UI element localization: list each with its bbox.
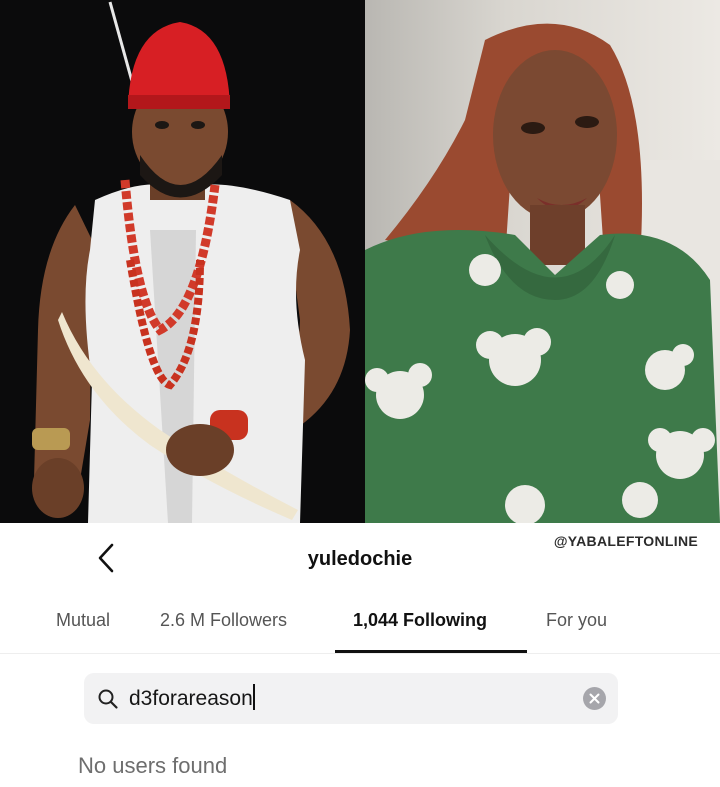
watermark: @YABALEFTONLINE [553, 533, 698, 549]
photo-collage [0, 0, 720, 523]
tabs-divider [0, 653, 720, 654]
text-cursor [252, 684, 255, 710]
clear-search-button[interactable] [583, 687, 606, 710]
clear-icon [589, 693, 600, 704]
search-bar[interactable]: d3forareason [84, 673, 618, 724]
search-icon [98, 689, 118, 709]
tab-following[interactable]: 1,044 Following [353, 610, 487, 631]
search-query-text: d3forareason [129, 687, 253, 710]
connections-tabs: Mutual 2.6 M Followers 1,044 Following F… [0, 610, 720, 654]
tab-followers[interactable]: 2.6 M Followers [160, 610, 287, 631]
search-input[interactable]: d3forareason [129, 684, 569, 711]
profile-username-title: yuledochie [307, 548, 413, 570]
tab-mutual[interactable]: Mutual [56, 610, 110, 631]
tab-for-you[interactable]: For you [546, 610, 607, 631]
woman-portrait-photo [365, 0, 720, 523]
man-portrait-photo [0, 0, 365, 523]
no-results-message: No users found [78, 753, 228, 778]
